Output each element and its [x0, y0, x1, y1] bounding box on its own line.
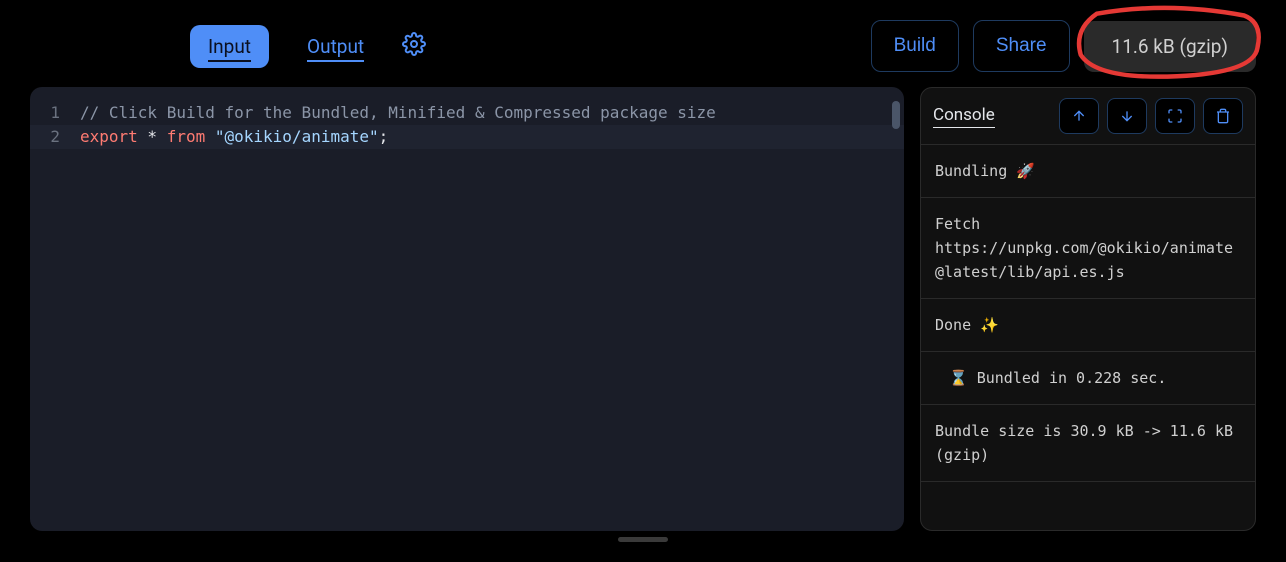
console-fetch-label: Fetch	[935, 212, 1241, 236]
console-panel: Console Bundling 🚀	[920, 87, 1256, 531]
code-editor[interactable]: 1 // Click Build for the Bundled, Minifi…	[30, 87, 904, 531]
console-entry: ⌛ Bundled in 0.228 sec.	[921, 352, 1255, 405]
console-entry: Bundle size is 30.9 kB -> 11.6 kB (gzip)	[921, 405, 1255, 482]
toolbar: Input Output Build Share 11.6 kB (gzip)	[30, 20, 1256, 87]
expand-button[interactable]	[1155, 98, 1195, 134]
tab-output[interactable]: Output	[289, 25, 382, 68]
code-comment: // Click Build for the Bundled, Minified…	[80, 103, 716, 122]
console-entry: Bundling 🚀	[921, 145, 1255, 198]
bundle-size-badge: 11.6 kB (gzip)	[1084, 21, 1256, 72]
console-title: Console	[933, 105, 995, 128]
editor-line: 1 // Click Build for the Bundled, Minifi…	[30, 101, 904, 125]
tab-input-label: Input	[208, 35, 251, 62]
line-number: 2	[30, 125, 80, 149]
editor-scrollbar[interactable]	[892, 101, 900, 129]
console-fetch-url: https://unpkg.com/@okikio/animate@latest…	[935, 236, 1241, 284]
console-body[interactable]: Bundling 🚀 Fetch https://unpkg.com/@okik…	[921, 145, 1255, 530]
line-number: 1	[30, 101, 80, 125]
settings-icon[interactable]	[402, 32, 426, 60]
console-header: Console	[921, 88, 1255, 145]
resize-handle[interactable]	[618, 537, 668, 542]
code-keyword: export	[80, 127, 138, 146]
bundle-size-text: 11.6 kB (gzip)	[1112, 35, 1228, 58]
scroll-up-button[interactable]	[1059, 98, 1099, 134]
editor-line: 2 export * from "@okikio/animate";	[30, 125, 904, 149]
tab-output-label: Output	[307, 35, 364, 62]
code-string: "@okikio/animate"	[205, 127, 378, 146]
build-button[interactable]: Build	[871, 20, 959, 72]
console-entry: Done ✨	[921, 299, 1255, 352]
share-button[interactable]: Share	[973, 20, 1070, 72]
code-keyword: from	[167, 127, 206, 146]
console-entry: Fetch https://unpkg.com/@okikio/animate@…	[921, 198, 1255, 299]
tab-input[interactable]: Input	[190, 25, 269, 68]
clear-button[interactable]	[1203, 98, 1243, 134]
scroll-down-button[interactable]	[1107, 98, 1147, 134]
